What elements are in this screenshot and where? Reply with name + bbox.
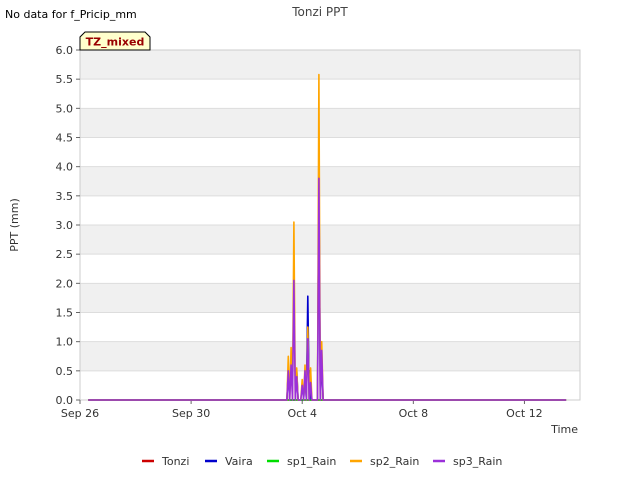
plot-band: [80, 370, 580, 400]
plot-band: [80, 166, 580, 196]
tonzi-ppt-chart: 0.0 0.5 1.0 1.5 2.0 2.5 3.0 3.5 4.0 4.5 5.0 5.5 6.0 S…: [8, 5, 581, 468]
y-tick-label: 5.0: [56, 102, 74, 115]
x-tick-label: Sep 30: [172, 407, 210, 420]
badge-label: TZ_mixed: [86, 36, 145, 49]
y-axis-label: PPT (mm): [8, 198, 21, 252]
legend-label: Tonzi: [161, 455, 189, 468]
chart-title: Tonzi PPT: [291, 5, 348, 19]
plot-band: [80, 312, 580, 342]
legend-label: Vaira: [225, 455, 253, 468]
plot-band: [80, 283, 580, 313]
x-axis-label: Time: [550, 423, 578, 436]
y-tick-label: 6.0: [56, 44, 74, 57]
y-tick-label: 3.0: [56, 219, 74, 232]
x-tick-label: Sep 26: [61, 407, 99, 420]
plot-band: [80, 341, 580, 371]
y-tick-label: 3.5: [56, 190, 74, 203]
plot-band: [80, 108, 580, 138]
plot-band: [80, 225, 580, 255]
y-tick-label: 4.0: [56, 161, 74, 174]
y-tick-label: 2.0: [56, 277, 74, 290]
plot-band: [80, 254, 580, 284]
y-tick-label: 5.5: [56, 73, 74, 86]
y-tick-label: 0.5: [56, 365, 74, 378]
plot-band: [80, 137, 580, 167]
plot-band: [80, 50, 580, 80]
x-tick-label: Oct 8: [399, 407, 429, 420]
plot-band: [80, 195, 580, 225]
legend-label: sp3_Rain: [453, 455, 502, 468]
legend-label: sp2_Rain: [370, 455, 419, 468]
y-tick-label: 1.5: [56, 307, 74, 320]
x-tick-label: Oct 4: [287, 407, 317, 420]
y-tick-label: 0.0: [56, 394, 74, 407]
y-tick-label: 4.5: [56, 132, 74, 145]
y-tick-label: 1.0: [56, 336, 74, 349]
y-tick-label: 2.5: [56, 248, 74, 261]
plot-band: [80, 79, 580, 109]
legend-label: sp1_Rain: [287, 455, 336, 468]
x-tick-label: Oct 12: [506, 407, 543, 420]
